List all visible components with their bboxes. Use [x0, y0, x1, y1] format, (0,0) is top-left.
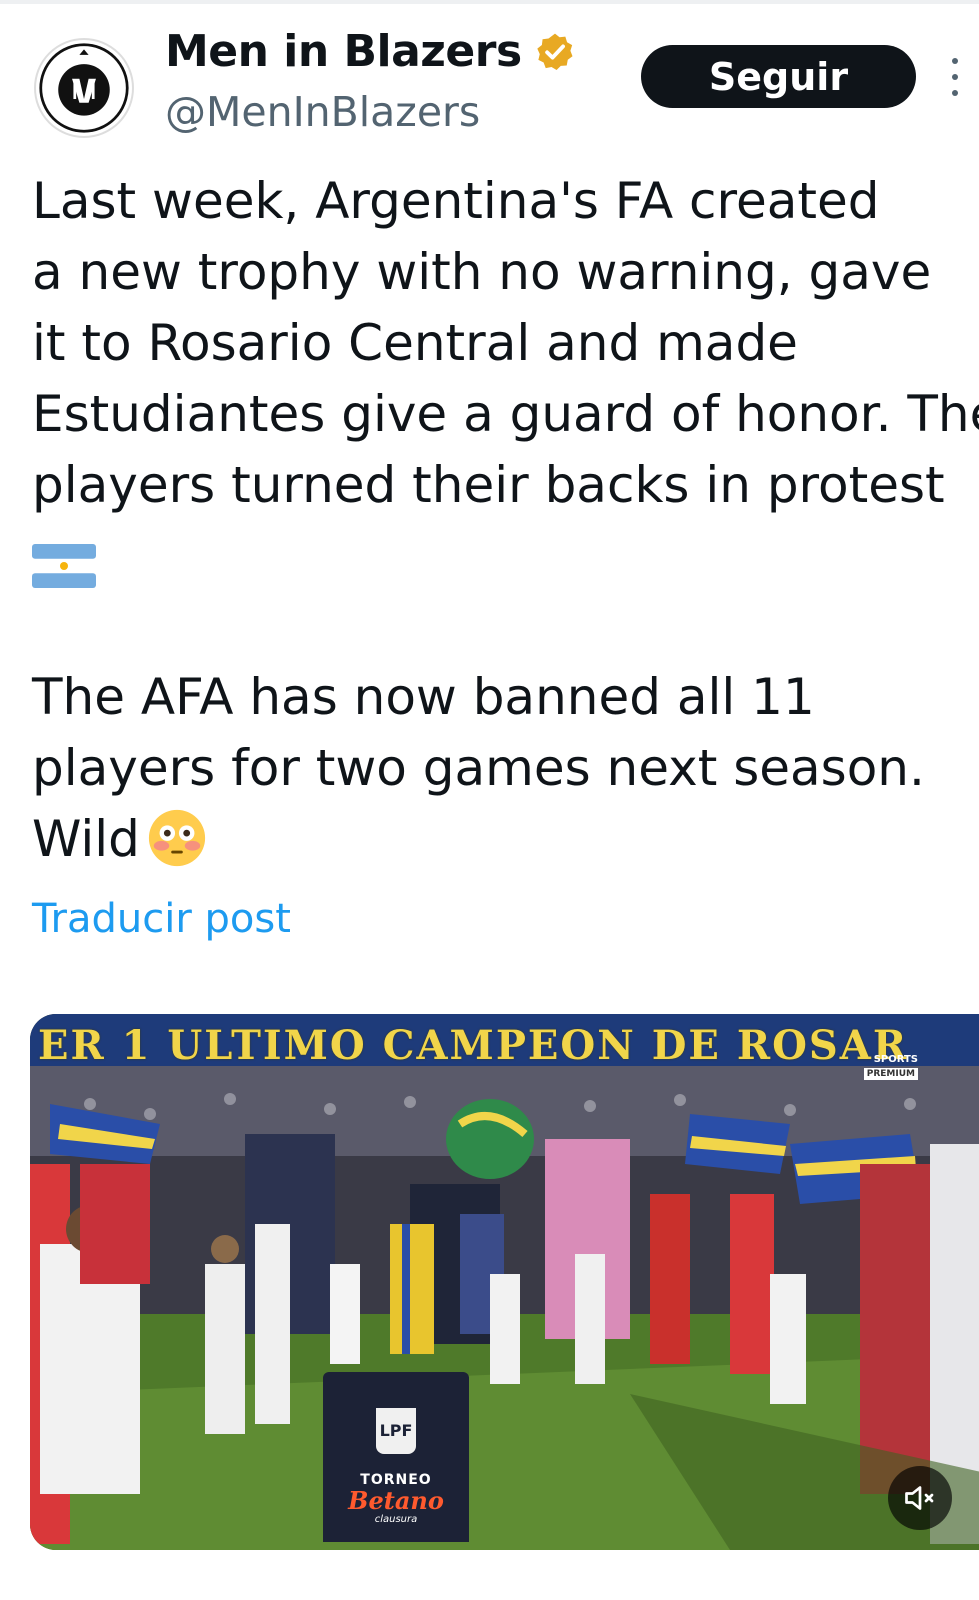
tweet-page: Men in Blazers @MenInBlazers Seguir Last… [0, 0, 979, 1600]
post-text-line: it to Rosario Central and made [32, 314, 798, 372]
post-text-line: Last week, Argentina's FA created [32, 172, 880, 230]
post-text-paragraph-1: Last week, Argentina's FA created a new … [32, 166, 979, 592]
author-name-row: Men in Blazers [165, 26, 576, 77]
stadium-banner-text: ER 1 ULTIMO CAMPEON DE ROSAR [38, 1022, 909, 1069]
argentina-flag-icon [32, 543, 96, 588]
author-avatar[interactable] [34, 38, 134, 138]
post-text-line: players turned their backs in protest [32, 456, 945, 514]
lpf-logo: LPF [376, 1408, 416, 1454]
post-text-line: Estudiantes give a guard of honor. The [32, 385, 979, 443]
translate-post-link[interactable]: Traducir post [32, 896, 291, 942]
speaker-muted-icon [905, 1486, 934, 1510]
flag-line [32, 521, 979, 592]
post-video[interactable]: ER 1 ULTIMO CAMPEON DE ROSAR SPORTS PREM… [30, 1014, 979, 1550]
mute-toggle-button[interactable] [888, 1466, 952, 1530]
post-text-line: a new trophy with no warning, gave [32, 243, 932, 301]
author-display-name[interactable]: Men in Blazers [165, 26, 522, 77]
flushed-face-emoji-icon [148, 809, 205, 866]
channel-badge-sub: PREMIUM [863, 1068, 918, 1080]
stadium-scene-image [30, 1014, 979, 1550]
post-text-line: players for two games next season. [32, 739, 925, 797]
follow-button[interactable]: Seguir [641, 45, 916, 108]
men-in-blazers-logo-icon [39, 43, 129, 133]
top-divider [0, 0, 979, 4]
post-text-line-last: Wild [32, 804, 925, 875]
channel-badge-name: SPORTS [873, 1054, 918, 1065]
post-text-paragraph-2: The AFA has now banned all 11 players fo… [32, 662, 925, 875]
author-handle[interactable]: @MenInBlazers [165, 88, 480, 136]
sign-line-3: clausura [374, 1514, 418, 1525]
post-text-word: Wild [32, 810, 140, 868]
more-options-icon[interactable] [952, 58, 960, 102]
channel-badge: SPORTS PREMIUM [846, 1054, 918, 1084]
post-text-line: The AFA has now banned all 11 [32, 668, 815, 726]
sign-line-2: Betano [348, 1486, 444, 1515]
tournament-sign: LPF TORNEO Betano clausura [323, 1372, 469, 1542]
verified-badge-icon [536, 33, 573, 70]
